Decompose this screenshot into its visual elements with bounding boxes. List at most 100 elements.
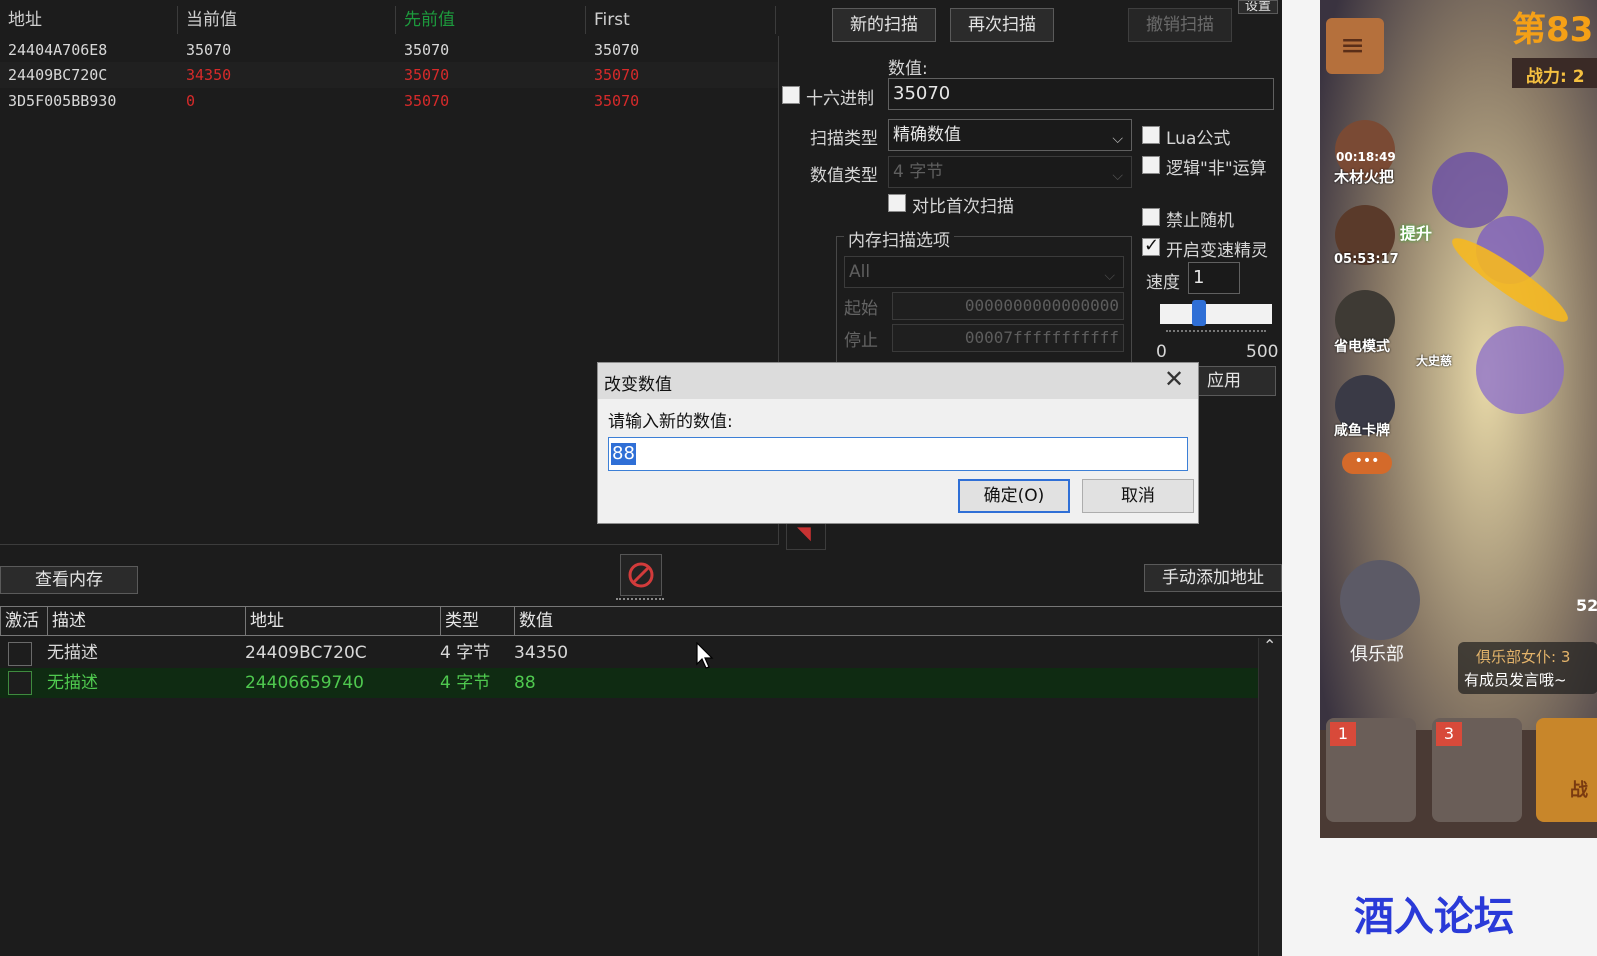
start-address-input[interactable]: 0000000000000000 [892,292,1124,320]
memory-region-select[interactable]: All ⌵ [844,256,1124,288]
level-title: 第83 [1512,10,1594,50]
list-col-type[interactable]: 类型 [441,607,515,635]
no-random-checkbox[interactable] [1142,208,1160,226]
new-value-input[interactable]: 88 [608,437,1188,471]
row-type: 4 字节 [440,673,491,693]
list-scrollbar[interactable]: ⌃ [1258,636,1282,956]
compare-first-checkbox[interactable] [888,194,906,212]
result-first: 35070 [594,66,640,84]
result-row[interactable]: 24404A706E8 35070 35070 35070 [0,36,778,62]
row-address: 24409BC720C [245,643,367,663]
results-col-first[interactable]: First [586,6,776,34]
selected-value-text: 88 [611,443,636,465]
dialog-title: 改变数值 [604,375,672,395]
row-description: 无描述 [47,673,98,693]
result-address: 24404A706E8 [8,41,108,59]
close-icon[interactable]: ✕ [1164,365,1184,393]
power-bar: 战力: 2 [1512,58,1597,88]
list-col-active[interactable]: 激活 [1,607,48,635]
timer-1: 00:18:49 [1336,150,1396,164]
new-scan-button[interactable]: 新的扫描 [832,8,936,42]
view-memory-button[interactable]: 查看内存 [0,566,138,594]
settings-button[interactable]: 设置 [1238,0,1278,14]
result-current: 0 [186,92,196,110]
results-col-previous[interactable]: 先前值 [396,6,586,34]
no-random-label: 禁止随机 [1166,211,1234,231]
club-message-2: 有成员发言哦~ [1464,671,1567,689]
result-row[interactable]: 3D5F005BB930 0 35070 35070 [0,88,778,114]
power-save-label[interactable]: 省电模式 [1334,336,1390,356]
club-message-1: 俱乐部女仆: 3 [1476,648,1571,666]
result-row[interactable]: 24409BC720C 34350 35070 35070 [0,62,778,88]
active-checkbox[interactable] [8,642,32,666]
compare-first-label: 对比首次扫描 [912,197,1014,217]
list-col-description[interactable]: 描述 [48,607,246,635]
speed-min-label: 0 [1156,342,1167,362]
address-list-row[interactable]: 无描述 24406659740 4 字节 88 [0,668,1258,698]
game-window: ≡ 第83 战力: 2 00:18:49 木材火把 提升 05:53:17 省电… [1282,0,1597,956]
speed-max-label: 500 [1246,342,1279,362]
no-entry-icon [628,562,654,588]
start-label: 起始 [844,299,878,319]
row-value: 88 [514,673,536,693]
memory-options-title: 内存扫描选项 [844,226,954,251]
dialog-titlebar[interactable]: 改变数值 ✕ [598,363,1198,399]
lua-checkbox[interactable] [1142,126,1160,144]
speedhack-checkbox[interactable] [1142,235,1160,256]
lua-label: Lua公式 [1166,129,1231,149]
ok-button[interactable]: 确定(O) [958,479,1070,513]
result-first: 35070 [594,92,640,110]
address-list-row[interactable]: 无描述 24409BC720C 4 字节 34350 [0,638,1258,668]
scroll-up-icon[interactable]: ⌃ [1263,636,1276,655]
menu-button[interactable]: ≡ [1326,18,1384,74]
battle-label[interactable]: 战 [1570,776,1588,802]
result-first: 35070 [594,41,640,59]
splitter-handle[interactable] [616,598,664,602]
hex-checkbox[interactable] [782,86,800,104]
result-current: 35070 [186,41,232,59]
change-value-dialog: 改变数值 ✕ 请输入新的数值: 88 确定(O) 取消 [597,362,1199,524]
more-icon[interactable]: ••• [1342,452,1392,474]
hamburger-menu-icon: ≡ [1340,28,1366,63]
speedhack-label: 开启变速精灵 [1166,241,1268,261]
result-current: 34350 [186,66,232,84]
club-message-box[interactable]: 俱乐部女仆: 3 有成员发言哦~ [1458,642,1597,694]
game-scene[interactable]: ≡ 第83 战力: 2 00:18:49 木材火把 提升 05:53:17 省电… [1320,0,1597,838]
value-input[interactable]: 35070 [888,78,1274,110]
row-value: 34350 [514,643,569,663]
hex-label: 十六进制 [806,89,874,109]
address-list-header: 激活 描述 地址 类型 数值 [0,606,1284,636]
undo-scan-button[interactable]: 撤销扫描 [1128,8,1232,42]
next-scan-button[interactable]: 再次扫描 [950,8,1054,42]
memory-region-value: All [849,262,871,282]
value-type-select[interactable]: 4 字节 ⌵ [888,156,1132,188]
item-torch-label[interactable]: 木材火把 [1334,166,1394,187]
results-col-current[interactable]: 当前值 [178,6,396,34]
speed-slider[interactable] [1160,300,1272,326]
scan-type-select[interactable]: 精确数值 ⌵ [888,119,1132,151]
list-col-address[interactable]: 地址 [246,607,441,635]
list-col-value[interactable]: 数值 [515,607,1283,635]
active-checkbox[interactable] [8,671,32,695]
side-number: 52 [1576,596,1597,615]
stop-address-input[interactable]: 00007fffffffffff [892,324,1124,352]
value-type-value: 4 字节 [893,162,944,182]
slider-thumb[interactable] [1192,300,1206,326]
not-checkbox[interactable] [1142,156,1160,174]
clear-list-button[interactable] [620,554,662,596]
card-label[interactable]: 咸鱼卡牌 [1334,420,1390,440]
arrow-button[interactable]: ◥ [786,520,826,550]
add-address-button[interactable]: 手动添加地址 [1144,564,1282,592]
upgrade-label[interactable]: 提升 [1400,220,1432,244]
club-label[interactable]: 俱乐部 [1350,640,1404,666]
mouse-cursor-icon [696,642,714,669]
slot-badge-1: 1 [1330,722,1356,746]
boss-name: 大史慈 [1416,354,1453,368]
speed-input[interactable]: 1 [1188,262,1240,294]
results-col-address[interactable]: 地址 [0,6,178,34]
value-label: 数值: [888,59,928,79]
cancel-button[interactable]: 取消 [1082,479,1194,513]
chevron-down-icon: ⌵ [1112,131,1123,147]
result-previous: 35070 [404,92,450,110]
stop-label: 停止 [844,331,878,351]
